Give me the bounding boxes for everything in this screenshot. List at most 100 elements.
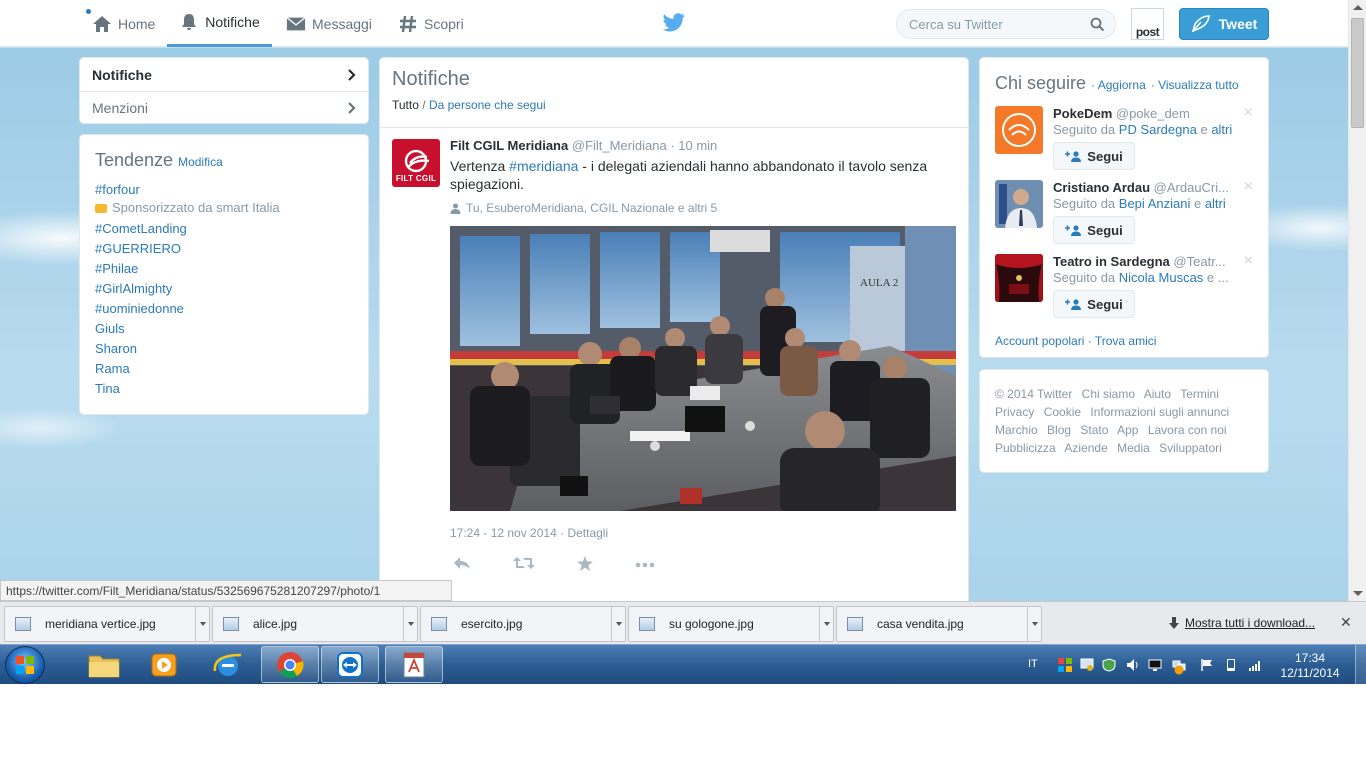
followed-by-others[interactable]: ... [1218, 270, 1229, 285]
search-icon[interactable] [1090, 17, 1105, 32]
footer-link[interactable]: Blog [1047, 423, 1071, 437]
action-center-flag-icon[interactable] [1200, 658, 1214, 672]
tweet-time[interactable]: · 10 min [670, 138, 717, 153]
more-options-icon[interactable] [635, 556, 655, 574]
document-viewer-taskbar-button[interactable] [385, 646, 443, 683]
tweet[interactable]: FILT CGIL Filt CGIL Meridiana @Filt_Meri… [380, 128, 968, 574]
vertical-scrollbar[interactable] [1348, 0, 1366, 601]
dismiss-suggestion-icon[interactable]: × [1244, 179, 1253, 195]
explorer-taskbar-button[interactable] [75, 646, 133, 683]
find-friends-link[interactable]: · Trova amici [1088, 334, 1157, 348]
media-player-taskbar-button[interactable] [135, 646, 193, 683]
close-download-shelf-icon[interactable]: ✕ [1340, 614, 1352, 631]
trend-item[interactable]: Sharon [95, 339, 353, 359]
trend-item[interactable]: Giuls [95, 319, 353, 339]
download-item[interactable]: casa vendita.jpg [836, 606, 1042, 642]
trend-item[interactable]: #Philae [95, 259, 353, 279]
teamviewer-taskbar-button[interactable] [321, 646, 379, 683]
tweet-author-handle[interactable]: @Filt_Meridiana [572, 138, 667, 153]
footer-link[interactable]: Media [1117, 441, 1150, 455]
suggestion-handle[interactable]: @poke_dem [1116, 106, 1190, 121]
dismiss-suggestion-icon[interactable]: × [1244, 105, 1253, 121]
search-input[interactable] [897, 10, 1077, 38]
follow-button[interactable]: Segui [1053, 290, 1135, 318]
tray-app-icon[interactable] [1058, 658, 1072, 672]
suggestion-handle[interactable]: @Teatr... [1173, 254, 1225, 269]
footer-link[interactable]: Pubblicizza [995, 441, 1056, 455]
tray-network-sharing-icon[interactable] [1080, 658, 1094, 672]
retweet-icon[interactable] [513, 556, 535, 574]
twitter-bird-icon[interactable] [662, 13, 686, 33]
tweet-hashtag[interactable]: #meridiana [509, 158, 578, 174]
trend-item[interactable]: #GUERRIERO [95, 239, 353, 259]
trend-item[interactable]: #GirlAlmighty [95, 279, 353, 299]
trend-item[interactable]: Tina [95, 379, 353, 399]
dismiss-suggestion-icon[interactable]: × [1244, 253, 1253, 269]
footer-link[interactable]: Sviluppatori [1159, 441, 1222, 455]
trends-edit-link[interactable]: Modifica [178, 155, 223, 169]
start-button[interactable] [5, 646, 45, 684]
show-desktop-button[interactable] [1355, 645, 1366, 685]
compose-tweet-button[interactable]: Tweet [1179, 8, 1269, 40]
tray-device-icon[interactable] [1224, 658, 1238, 672]
user-avatar[interactable]: post [1131, 8, 1164, 40]
scrollbar-thumb[interactable] [1351, 18, 1364, 128]
tray-security-icon[interactable] [1102, 658, 1116, 672]
tweet-context[interactable]: Tu, EsuberoMeridiana, CGIL Nazionale e a… [450, 201, 956, 215]
show-all-downloads-link[interactable]: Mostra tutti i download... [1169, 616, 1315, 630]
footer-link[interactable]: Marchio [995, 423, 1038, 437]
suggestion-handle[interactable]: @ArdauCri... [1154, 180, 1229, 195]
popular-accounts-link[interactable]: Account popolari [995, 334, 1084, 348]
suggestion-name[interactable]: Cristiano Ardau [1053, 180, 1150, 195]
input-language-indicator[interactable]: IT [1028, 658, 1038, 670]
followed-by-user[interactable]: Bepi Anziani [1119, 196, 1191, 211]
footer-link[interactable]: Termini [1180, 387, 1219, 401]
trend-item[interactable]: Rama [95, 359, 353, 379]
followed-by-user[interactable]: Nicola Muscas [1119, 270, 1204, 285]
suggestion-avatar[interactable] [995, 180, 1043, 228]
favorite-star-icon[interactable] [577, 556, 593, 574]
footer-link[interactable]: Chi siamo [1082, 387, 1135, 401]
footer-link[interactable]: Aiuto [1144, 387, 1171, 401]
filter-following[interactable]: Da persone che segui [429, 98, 546, 112]
nav-notifications-all[interactable]: Notifiche [80, 58, 368, 91]
download-item[interactable]: meridiana vertice.jpg [4, 606, 210, 642]
download-item[interactable]: su gologone.jpg [628, 606, 834, 642]
suggestion-name[interactable]: PokeDem [1053, 106, 1112, 121]
followed-by-user[interactable]: PD Sardegna [1119, 122, 1197, 137]
tweet-photo[interactable]: AULA 2 [450, 226, 956, 511]
suggestion-name[interactable]: Teatro in Sardegna [1053, 254, 1170, 269]
download-menu-arrow-icon[interactable] [1027, 607, 1041, 641]
nav-notifications[interactable]: Notifiche [167, 0, 272, 47]
tray-display-icon[interactable] [1148, 658, 1162, 672]
volume-icon[interactable] [1126, 658, 1140, 672]
suggestion-avatar[interactable] [995, 254, 1043, 302]
trend-item[interactable]: #forfour [95, 180, 353, 200]
nav-discover[interactable]: Scopri [398, 0, 464, 47]
footer-link[interactable]: Cookie [1044, 405, 1081, 419]
tweet-author-name[interactable]: Filt CGIL Meridiana [450, 138, 568, 153]
tweet-timestamp[interactable]: 17:24 - 12 nov 2014 [450, 526, 557, 540]
system-clock[interactable]: 17:34 12/11/2014 [1278, 651, 1342, 681]
scroll-down-arrow-icon[interactable] [1353, 591, 1363, 596]
scroll-up-arrow-icon[interactable] [1353, 5, 1363, 10]
view-all-suggestions-link[interactable]: · Visualizza tutto [1151, 78, 1239, 92]
chrome-taskbar-button[interactable] [261, 646, 319, 683]
download-menu-arrow-icon[interactable] [403, 607, 417, 641]
refresh-suggestions-link[interactable]: · Aggiorna [1091, 78, 1146, 92]
followed-by-others[interactable]: altri [1211, 122, 1232, 137]
internet-explorer-taskbar-button[interactable] [199, 646, 257, 683]
footer-link[interactable]: App [1117, 423, 1138, 437]
nav-home[interactable]: Home [92, 0, 155, 47]
footer-link[interactable]: Informazioni sugli annunci [1090, 405, 1229, 419]
download-menu-arrow-icon[interactable] [819, 607, 833, 641]
followed-by-others[interactable]: altri [1205, 196, 1226, 211]
signal-strength-icon[interactable] [1248, 658, 1262, 672]
footer-link[interactable]: Aziende [1064, 441, 1107, 455]
download-item[interactable]: alice.jpg [212, 606, 418, 642]
download-item[interactable]: esercito.jpg [420, 606, 626, 642]
download-menu-arrow-icon[interactable] [611, 607, 625, 641]
footer-link[interactable]: Stato [1080, 423, 1108, 437]
tweet-details-link[interactable]: Dettagli [567, 526, 608, 540]
filter-all[interactable]: Tutto [392, 98, 419, 112]
